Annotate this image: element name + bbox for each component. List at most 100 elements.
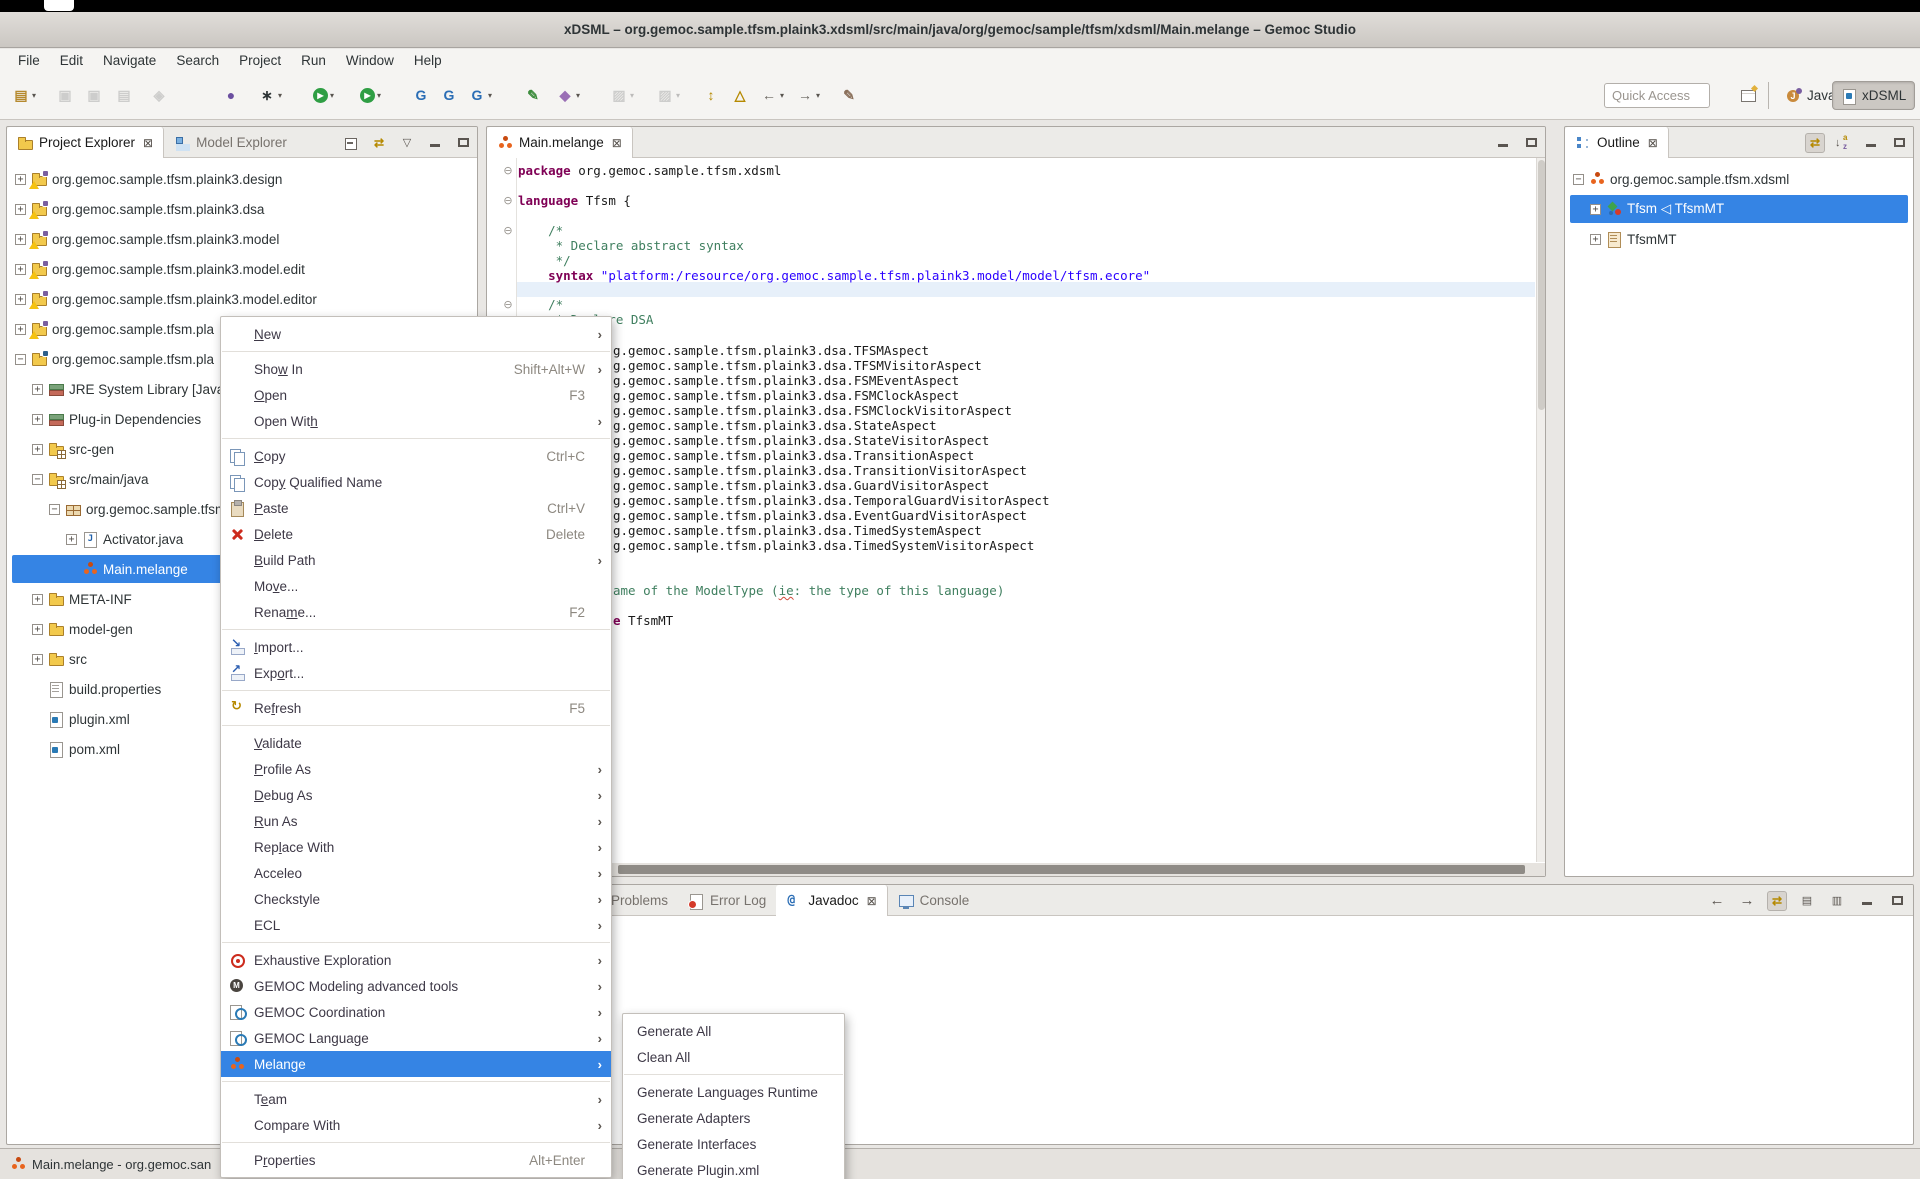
tab-error-log[interactable]: Error Log <box>678 885 776 916</box>
menu-item-gemoc-language[interactable]: GEMOC Language› <box>221 1025 611 1051</box>
submenu-arrow-icon: › <box>598 414 602 429</box>
project-icon <box>31 231 47 247</box>
tree-item-tfsmmt[interactable]: +TfsmMT <box>1565 224 1912 254</box>
package-icon <box>65 501 81 517</box>
menu-item-ecl[interactable]: ECL› <box>221 912 611 938</box>
submenu-arrow-icon: › <box>598 553 602 568</box>
expander-icon[interactable]: + <box>1590 234 1601 245</box>
submenu-item-generate-interfaces[interactable]: Generate Interfaces <box>623 1131 844 1157</box>
menu-item-copy-qualified-name[interactable]: Copy Qualified Name <box>221 469 611 495</box>
scrollbar-thumb[interactable] <box>618 865 1525 874</box>
fold-marker-icon[interactable]: ⊖ <box>501 223 515 238</box>
menu-item-new[interactable]: New› <box>221 321 611 347</box>
copy-icon <box>229 474 247 490</box>
menu-item-profile-as[interactable]: Profile As› <box>221 756 611 782</box>
tree-item-tfsm-tfsmmt[interactable]: +Tfsm ◁ TfsmMT <box>1565 194 1912 224</box>
expander-icon[interactable]: + <box>1590 204 1601 215</box>
lang-icon <box>1606 201 1622 217</box>
minimize-button[interactable] <box>1861 133 1881 153</box>
melange-submenu: Generate AllClean All Generate Languages … <box>622 1013 845 1179</box>
minimize-button[interactable] <box>1857 891 1877 911</box>
maximize-button[interactable] <box>1889 133 1909 153</box>
back-button[interactable]: ← <box>1707 891 1727 911</box>
menu-item-refresh[interactable]: RefreshF5 <box>221 695 611 721</box>
maximize-button[interactable] <box>1887 891 1907 911</box>
folder-icon <box>48 591 64 607</box>
submenu-arrow-icon: › <box>598 1057 602 1072</box>
link-icon: ⇄ <box>1769 893 1785 909</box>
menu-item-gemoc-modeling-advanced-tools[interactable]: GEMOC Modeling advanced tools› <box>221 973 611 999</box>
menu-item-gemoc-coordination[interactable]: GEMOC Coordination› <box>221 999 611 1025</box>
fold-marker-icon[interactable]: ⊖ <box>501 297 515 312</box>
tab-javadoc[interactable]: Javadoc⊠ <box>776 885 887 916</box>
menu-separator <box>222 351 610 352</box>
menu-item-properties[interactable]: PropertiesAlt+Enter <box>221 1147 611 1173</box>
submenu-arrow-icon: › <box>598 892 602 907</box>
open-attached-javadoc-button[interactable]: ▤ <box>1797 891 1817 911</box>
lib-icon <box>48 381 64 397</box>
submenu-arrow-icon: › <box>598 762 602 777</box>
menu-item-paste[interactable]: PasteCtrl+V <box>221 495 611 521</box>
menu-item-checkstyle[interactable]: Checkstyle› <box>221 886 611 912</box>
tree-item-org-gemoc-sample-tfsm-xdsml[interactable]: −org.gemoc.sample.tfsm.xdsml <box>1565 164 1912 194</box>
menu-item-replace-with[interactable]: Replace With› <box>221 834 611 860</box>
submenu-arrow-icon: › <box>598 953 602 968</box>
menu-item-rename[interactable]: Rename...F2 <box>221 599 611 625</box>
scrollbar-thumb[interactable] <box>1538 160 1545 410</box>
fold-marker-icon[interactable]: ⊖ <box>501 163 515 178</box>
submenu-item-generate-adapters[interactable]: Generate Adapters <box>623 1105 844 1131</box>
lib-icon <box>48 411 64 427</box>
forward-button[interactable]: → <box>1737 891 1757 911</box>
menu-item-open[interactable]: OpenF3 <box>221 382 611 408</box>
close-icon[interactable]: ⊠ <box>1648 136 1658 150</box>
submenu-item-clean-all[interactable]: Clean All <box>623 1044 844 1070</box>
menu-item-compare-with[interactable]: Compare With› <box>221 1112 611 1138</box>
outline-header: Outline ⊠ ⇄ ↓ <box>1565 127 1913 158</box>
submenu-arrow-icon: › <box>598 1092 602 1107</box>
menu-item-import[interactable]: Import... <box>221 634 611 660</box>
menu-separator <box>222 1142 610 1143</box>
menu-item-run-as[interactable]: Run As› <box>221 808 611 834</box>
submenu-arrow-icon: › <box>598 1118 602 1133</box>
error-log-icon <box>688 893 704 909</box>
open-input-button[interactable]: ▥ <box>1827 891 1847 911</box>
close-icon[interactable]: ⊠ <box>867 894 877 908</box>
editor-horizontal-scrollbar[interactable] <box>487 863 1545 876</box>
menu-item-show-in[interactable]: Show InShift+Alt+W› <box>221 356 611 382</box>
menu-item-debug-as[interactable]: Debug As› <box>221 782 611 808</box>
project-icon <box>31 261 47 277</box>
menu-item-exhaustive-exploration[interactable]: Exhaustive Exploration› <box>221 947 611 973</box>
project-open-icon <box>31 351 47 367</box>
menu-item-copy[interactable]: CopyCtrl+C <box>221 443 611 469</box>
link-with-selection-button[interactable]: ⇄ <box>1767 891 1787 911</box>
outline-icon <box>1575 135 1591 151</box>
menu-item-build-path[interactable]: Build Path› <box>221 547 611 573</box>
submenu-arrow-icon: › <box>598 840 602 855</box>
tab-outline[interactable]: Outline ⊠ <box>1565 127 1669 158</box>
menu-item-acceleo[interactable]: Acceleo› <box>221 860 611 886</box>
sort-button[interactable]: ↓ <box>1833 133 1853 153</box>
submenu-item-generate-languages-runtime[interactable]: Generate Languages Runtime <box>623 1079 844 1105</box>
menu-item-export[interactable]: Export... <box>221 660 611 686</box>
mt-icon <box>1606 231 1622 247</box>
expander-icon[interactable]: − <box>1573 174 1584 185</box>
gemoc-icon <box>229 1030 247 1046</box>
menu-item-open-with[interactable]: Open With› <box>221 408 611 434</box>
xml-icon <box>48 741 64 757</box>
menu-item-delete[interactable]: DeleteDelete <box>221 521 611 547</box>
menu-item-team[interactable]: Team› <box>221 1086 611 1112</box>
submenu-arrow-icon: › <box>598 979 602 994</box>
menu-item-melange[interactable]: Melange› <box>221 1051 611 1077</box>
submenu-item-generate-plugin-xml[interactable]: Generate Plugin.xml <box>623 1157 844 1179</box>
editor-vertical-scrollbar[interactable] <box>1536 158 1545 862</box>
melange-icon <box>82 561 98 577</box>
fold-marker-icon[interactable]: ⊖ <box>501 193 515 208</box>
menu-item-move[interactable]: Move... <box>221 573 611 599</box>
project-icon <box>31 171 47 187</box>
paste-icon <box>229 500 247 516</box>
outline-view: Outline ⊠ ⇄ ↓ −org.gemoc.sample.tfsm.xds… <box>1564 126 1914 877</box>
menu-item-validate[interactable]: Validate <box>221 730 611 756</box>
link-with-editor-button[interactable]: ⇄ <box>1805 133 1825 153</box>
tab-console[interactable]: Console <box>888 885 980 916</box>
submenu-item-generate-all[interactable]: Generate All <box>623 1018 844 1044</box>
